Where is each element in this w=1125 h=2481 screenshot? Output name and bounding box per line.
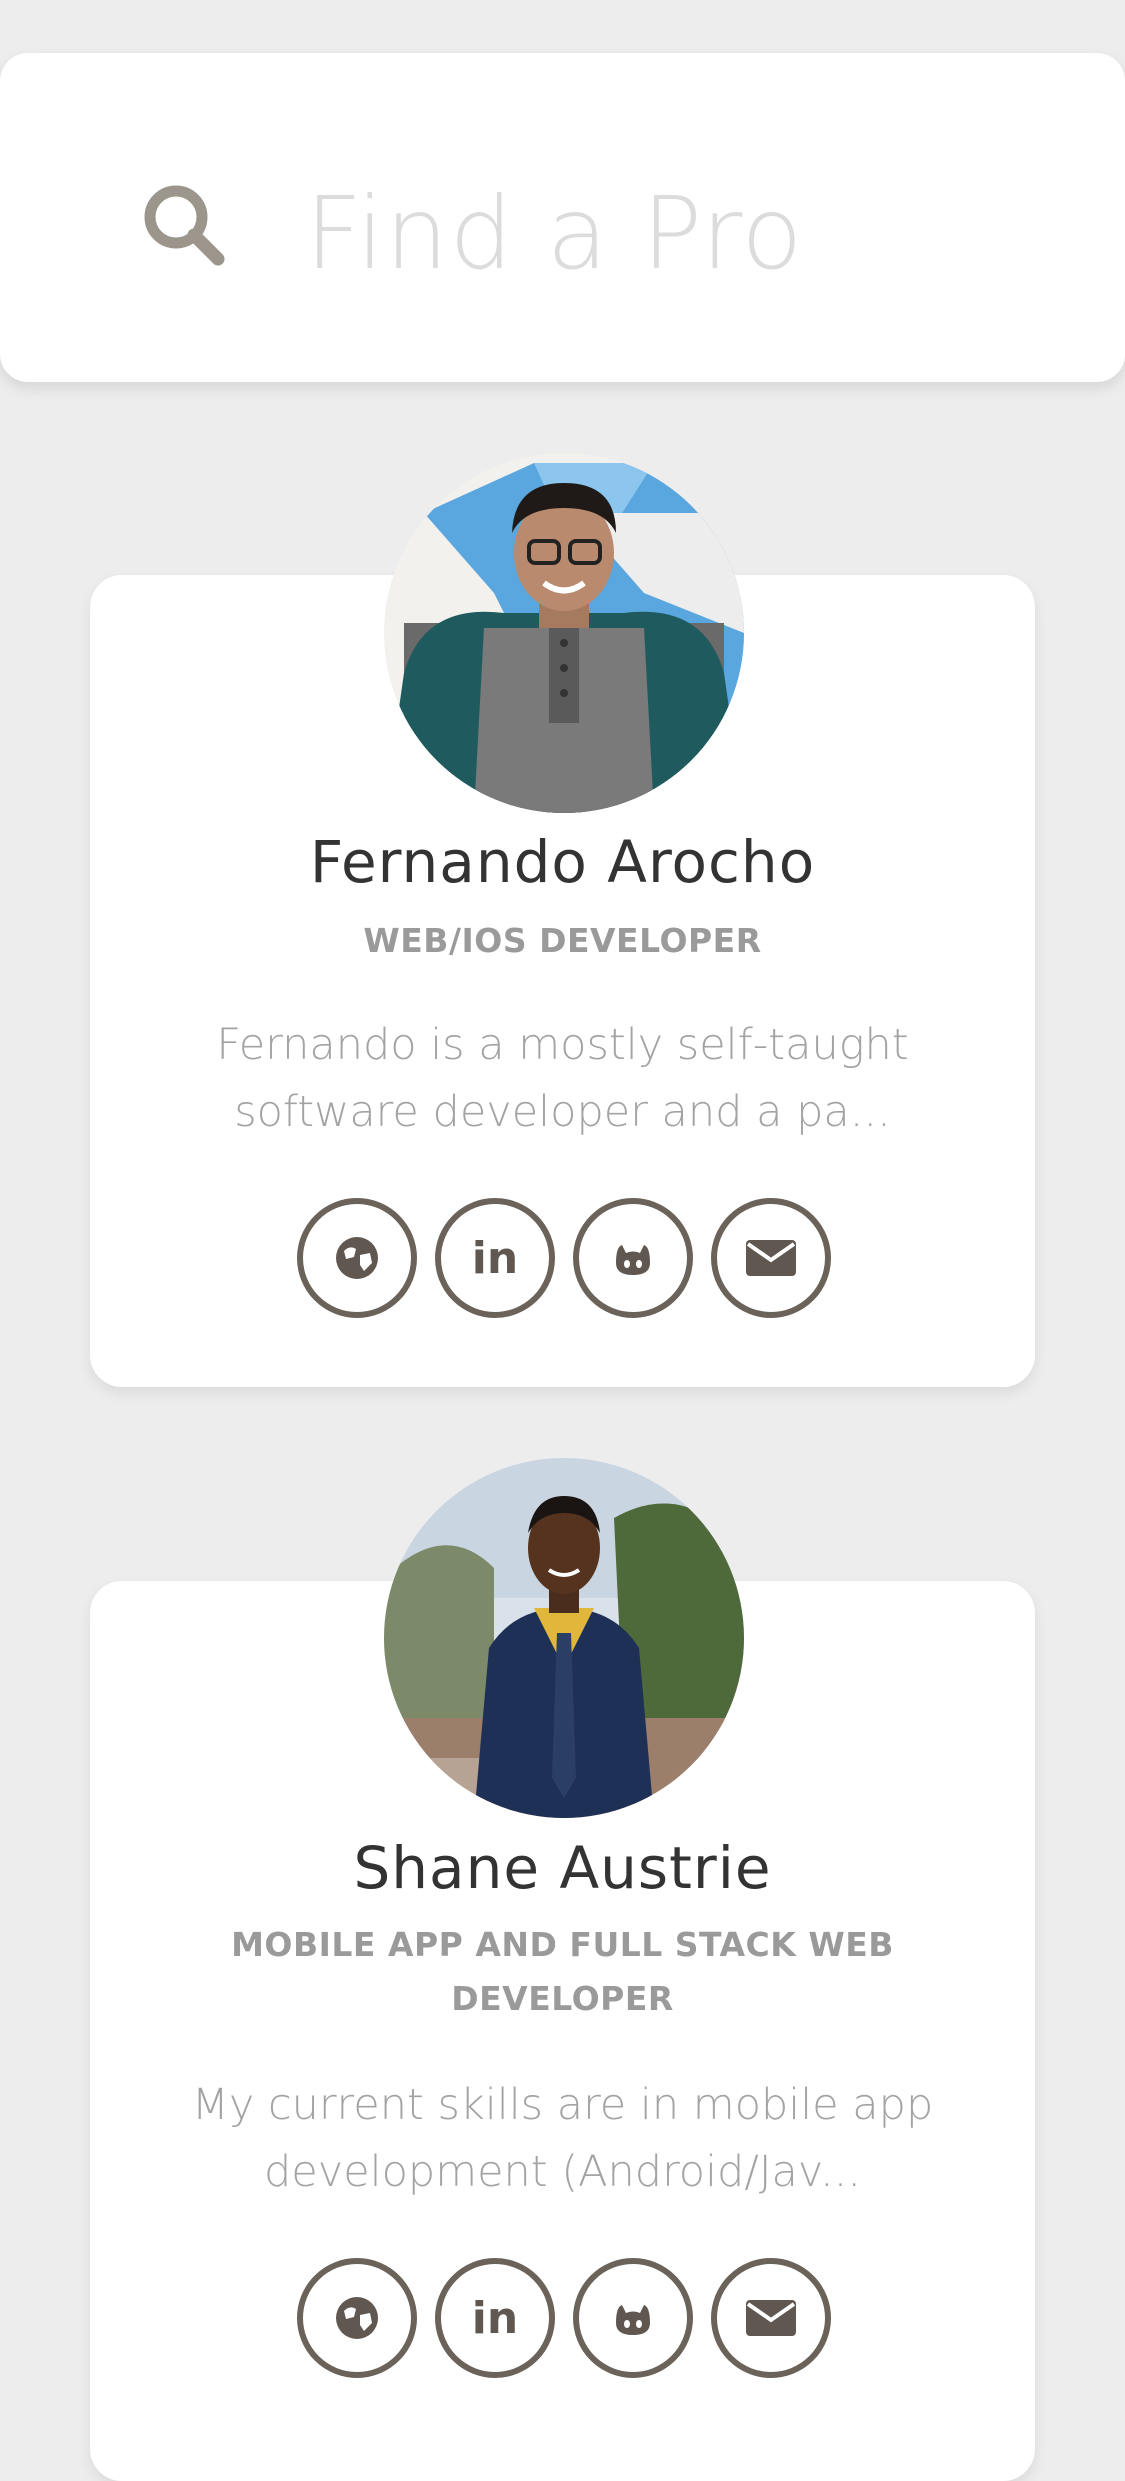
github-button[interactable] [573,1198,693,1318]
profile-bio: My current skills are in mobile app deve… [150,2072,975,2206]
linkedin-button[interactable]: in [435,2258,555,2378]
bio-line: development (Android/Jav... [264,2147,861,2197]
profile-name: Shane Austrie [353,1834,772,1902]
email-button[interactable] [711,2258,831,2378]
role-line: DEVELOPER [451,1979,674,2018]
linkedin-icon: in [471,2292,519,2344]
profile-bio: Fernando is a mostly self-taught softwar… [150,1012,975,1146]
profile-role: WEB/IOS DEVELOPER [363,921,762,960]
avatar [384,453,744,813]
bio-line: software developer and a pa... [234,1087,891,1137]
globe-icon [336,2297,378,2339]
social-links: in [297,2258,831,2378]
email-icon [746,2300,796,2336]
social-links: in [297,1198,831,1318]
email-button[interactable] [711,1198,831,1318]
github-icon [616,1245,650,1275]
bio-line: My current skills are in mobile app [191,2080,934,2130]
github-button[interactable] [573,2258,693,2378]
role-line: MOBILE APP AND FULL STACK WEB [231,1925,894,1964]
profile-name: Fernando Arocho [309,828,816,896]
search-icon[interactable] [140,181,230,271]
email-icon [746,1240,796,1276]
avatar [384,1458,744,1818]
bio-line: Fernando is a mostly self-taught [216,1020,909,1070]
globe-icon [336,1237,378,1279]
search-bar [0,53,1125,382]
profile-role: MOBILE APP AND FULL STACK WEB DEVELOPER [200,1918,925,2026]
github-icon [616,2305,650,2335]
website-button[interactable] [297,1198,417,1318]
search-input[interactable] [305,173,1065,293]
linkedin-icon: in [471,1232,519,1284]
linkedin-button[interactable]: in [435,1198,555,1318]
website-button[interactable] [297,2258,417,2378]
